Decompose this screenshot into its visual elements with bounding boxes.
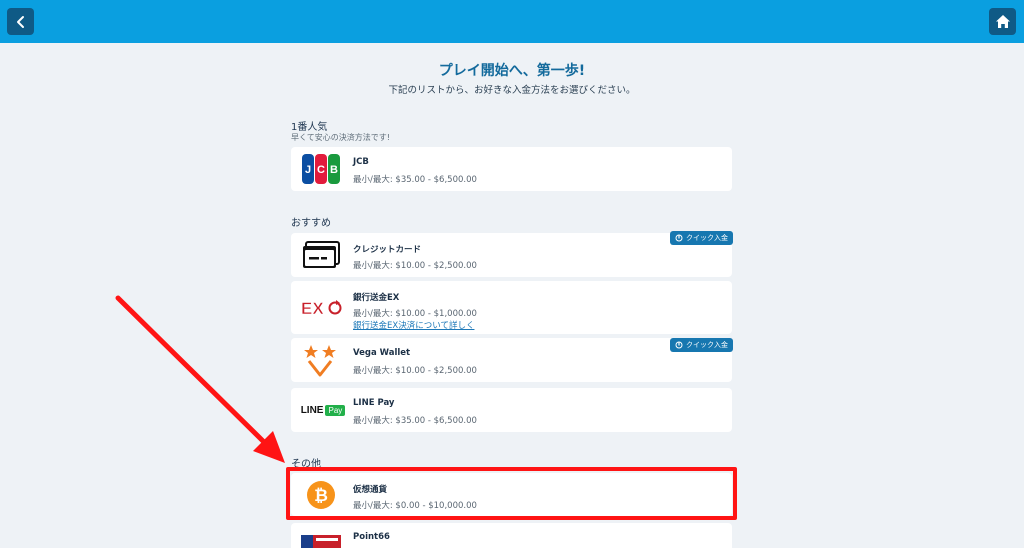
line-pay-logo-pay: Pay [325,404,346,416]
method-range: 最小/最大: $35.00 - $6,500.00 [353,416,477,426]
method-range: 最小/最大: $35.00 - $6,500.00 [353,175,477,185]
payment-card-jcb[interactable]: J C B JCB 最小/最大: $35.00 - $6,500.00 [291,147,732,191]
method-name: クレジットカード [353,245,422,255]
page-title: プレイ開始へ、第一歩! [438,63,586,79]
method-name: 仮想通貨 [353,485,388,495]
method-range: 最小/最大: $0.00 - $10,000.00 [353,501,477,511]
svg-text:EX: EX [301,299,324,318]
quick-deposit-label: クイック入金 [686,341,728,349]
method-name: LINE Pay [353,398,395,408]
section-title-popular: 1番人気 [291,122,328,133]
page-subtitle: 下記のリストから、お好きな入金方法をお選びください。 [388,85,636,96]
section-title-recommended: おすすめ [291,218,331,229]
convenience-store-logo [299,531,343,548]
quick-deposit-badge[interactable]: クイック入金 [670,338,733,352]
svg-text:C: C [317,164,325,176]
home-button[interactable] [989,8,1016,35]
section-subtitle-popular: 早くて安心の決済方法です! [291,133,390,142]
method-name: JCB [353,157,369,167]
home-icon [995,15,1010,28]
payment-card-vega[interactable]: Vega Wallet 最小/最大: $10.00 - $2,500.00 [291,338,732,382]
bank-transfer-ex-logo: EX [299,290,343,324]
payment-card-bank-ex[interactable]: EX 銀行送金EX 最小/最大: $10.00 - $1,000.00 銀行送金… [291,281,732,334]
quick-deposit-label: クイック入金 [686,234,728,242]
payment-card-credit[interactable]: クレジットカード 最小/最大: $10.00 - $2,500.00 [291,233,732,277]
method-name: 銀行送金EX [353,293,400,303]
payment-card-crypto[interactable]: ₿ 仮想通貨 最小/最大: $0.00 - $10,000.00 [291,473,732,516]
method-name: Point66 [353,532,390,542]
method-range: 最小/最大: $10.00 - $2,500.00 [353,366,477,376]
hand-icon [675,234,683,242]
top-bar [0,0,1024,43]
payment-card-linepay[interactable]: LINE Pay LINE Pay 最小/最大: $35.00 - $6,500… [291,388,732,432]
svg-text:₿: ₿ [314,486,328,506]
method-range: 最小/最大: $10.00 - $1,000.00 [353,309,477,319]
payment-card-point66[interactable]: Point66 [291,523,732,548]
jcb-logo: J C B [299,152,343,186]
section-title-other: その他 [291,459,321,470]
line-pay-logo: LINE Pay [299,393,347,427]
hand-icon [675,341,683,349]
chevron-left-icon [16,15,24,28]
method-name: Vega Wallet [353,348,411,358]
back-button[interactable] [7,8,34,35]
method-range: 最小/最大: $10.00 - $2,500.00 [353,261,477,271]
line-pay-logo-text: LINE [300,404,324,416]
bitcoin-icon: ₿ [299,478,343,512]
credit-card-icon [299,238,343,272]
svg-text:J: J [305,164,311,176]
vega-wallet-logo [299,343,343,377]
quick-deposit-badge[interactable]: クイック入金 [670,231,733,245]
svg-text:B: B [330,164,338,176]
bank-ex-details-link[interactable]: 銀行送金EX決済について詳しく [353,319,474,331]
